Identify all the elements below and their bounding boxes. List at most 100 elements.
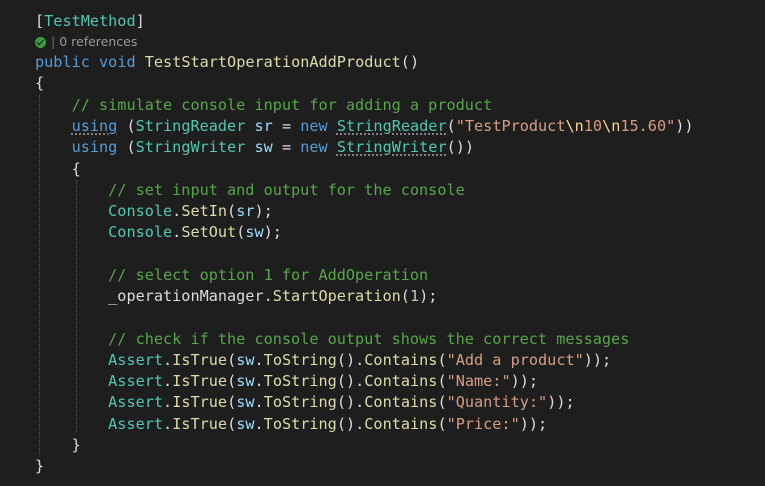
punct: . [163,415,173,433]
code-line-signature[interactable]: public void TestStartOperationAddProduct… [35,52,419,73]
string-literal: "Add a product" [446,351,584,369]
type-name: StringWriter [135,138,246,156]
punct: ( [236,223,246,241]
string-literal: 10 [583,117,603,135]
code-line-assert[interactable]: Assert.IsTrue(sw.ToString().Contains("Na… [35,371,538,392]
method-name: Contains [364,351,438,369]
punct: = [281,138,292,156]
punct: () [336,415,356,433]
punct: ] [135,12,145,30]
punct: () [400,53,420,71]
code-line-setout[interactable]: Console.SetOut(sw); [35,222,282,243]
punct: ( [446,117,456,135]
punct: . [254,372,264,390]
punct: () [336,372,356,390]
code-line-brace[interactable]: } [35,435,81,456]
type-name: Console [108,202,173,220]
punct: )); [510,372,539,390]
keyword: using [71,117,118,135]
variable: sw [236,351,255,369]
type-name: Assert [108,393,164,411]
type-name: Assert [108,351,164,369]
escape-sequence: \n [565,117,584,135]
punct: . [254,415,264,433]
punct: () [446,138,465,156]
type-name: Assert [108,372,164,390]
string-literal: "TestProduct [455,117,566,135]
code-line-comment[interactable]: // set input and output for the console [35,180,465,201]
variable: sw [236,393,255,411]
punct: ( [437,393,447,411]
variable: sw [245,223,264,241]
code-line-brace[interactable]: { [35,73,44,94]
punct: ) [464,138,475,156]
punct: { [35,74,45,92]
code-editor[interactable]: [TestMethod] | 0 references public void … [0,0,765,486]
method-name: IsTrue [172,415,228,433]
punct: . [163,372,173,390]
code-line-brace[interactable]: { [35,159,81,180]
method-name: Contains [364,372,438,390]
method-name: ToString [263,415,337,433]
punct: ); [419,287,438,305]
comment: // select option 1 for AddOperation [108,266,429,284]
code-line-assert[interactable]: Assert.IsTrue(sw.ToString().Contains("Ad… [35,350,611,371]
punct: . [355,351,365,369]
code-line-comment[interactable]: // simulate console input for adding a p… [35,95,493,116]
method-name: SetOut [181,223,237,241]
punct: )); [583,351,612,369]
comment: // set input and output for the console [108,181,465,199]
method-name: Contains [364,415,438,433]
punct: . [163,393,173,411]
code-line-setin[interactable]: Console.SetIn(sr); [35,201,273,222]
punct: . [254,393,264,411]
comment: // simulate console input for adding a p… [71,96,493,114]
punct: [ [35,12,45,30]
punct: ( [227,372,237,390]
method-name: IsTrue [172,393,228,411]
punct: ( [126,117,136,135]
punct: ( [437,372,447,390]
punct: ( [437,351,447,369]
punct: ( [227,351,237,369]
attribute-name: TestMethod [44,12,136,30]
escape-sequence: \n [602,117,621,135]
punct: ( [227,415,237,433]
variable: sr [254,117,273,135]
code-line-comment[interactable]: // check if the console output shows the… [35,329,629,350]
punct: . [355,415,365,433]
code-line-assert[interactable]: Assert.IsTrue(sw.ToString().Contains("Qu… [35,392,575,413]
field-name: _operationManager [108,287,264,305]
check-circle-icon[interactable] [35,36,46,48]
keyword: void [99,53,136,71]
method-name: StartOperation [272,287,401,305]
punct: . [172,223,182,241]
string-literal: "Price:" [446,415,520,433]
code-line-assert[interactable]: Assert.IsTrue(sw.ToString().Contains("Pr… [35,414,547,435]
code-line-start-operation[interactable]: _operationManager.StartOperation(1); [35,286,437,307]
string-literal: "Name:" [446,372,511,390]
punct: . [355,372,365,390]
code-line-brace[interactable]: } [35,456,44,477]
punct: = [281,117,292,135]
comment: // check if the console output shows the… [108,330,630,348]
type-name: Assert [108,415,164,433]
code-line-comment[interactable]: // select option 1 for AddOperation [35,265,428,286]
code-line-using-writer[interactable]: using (StringWriter sw = new StringWrite… [35,137,474,158]
code-line-using-reader[interactable]: using (StringReader sr = new StringReade… [35,116,694,137]
codelens[interactable]: | 0 references [35,33,137,51]
method-name: SetIn [181,202,228,220]
punct: ( [227,393,237,411]
punct: . [172,202,182,220]
code-line-attribute[interactable]: [TestMethod] [35,11,145,32]
punct: ( [227,202,237,220]
punct: . [263,287,273,305]
method-name: Contains [364,393,438,411]
references-link[interactable]: 0 references [59,33,137,51]
method-name: ToString [263,351,337,369]
string-literal: "Quantity:" [446,393,548,411]
variable: sw [254,138,273,156]
punct: } [71,436,81,454]
punct: () [336,351,356,369]
punct: )); [547,393,575,411]
